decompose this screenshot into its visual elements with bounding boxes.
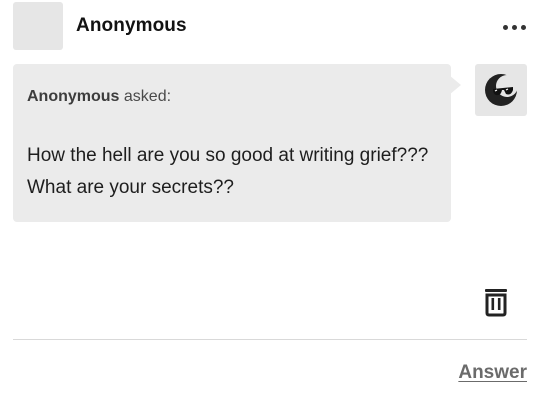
trash-icon[interactable] (483, 287, 509, 317)
ask-bubble-tail (449, 75, 461, 95)
ellipsis-dot (521, 25, 526, 30)
asker-line: Anonymous asked: (27, 88, 171, 106)
divider (13, 339, 527, 340)
asked-label: asked: (123, 88, 172, 105)
sunglasses-moon-avatar-icon (485, 74, 518, 106)
asker-name: Anonymous (27, 88, 120, 105)
ask-post: Anonymous Anonymous asked: How the hell … (0, 0, 540, 400)
blog-name[interactable]: Anonymous (76, 15, 187, 37)
blog-avatar[interactable] (13, 2, 63, 50)
asker-avatar[interactable] (475, 64, 527, 116)
ellipsis-dot (503, 25, 508, 30)
question-text: How the hell are you so good at writing … (27, 145, 429, 198)
ellipsis-dot (512, 25, 517, 30)
ellipsis-icon[interactable] (503, 25, 529, 31)
answer-link[interactable]: Answer (458, 362, 527, 384)
